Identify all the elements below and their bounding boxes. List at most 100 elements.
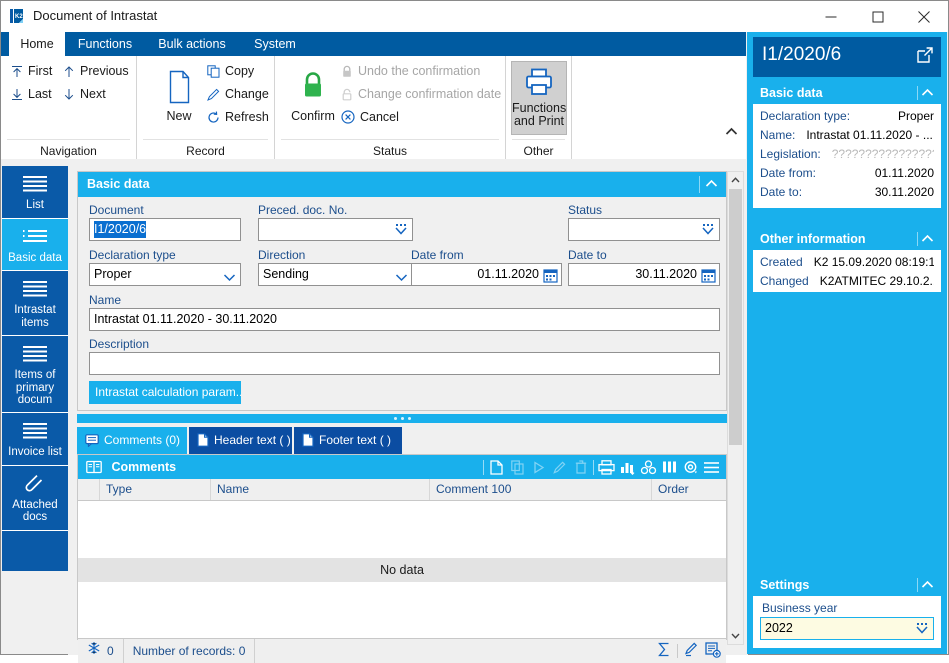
main-pane-scrollbar[interactable] [727,171,744,645]
ribbon-previous-button[interactable]: Previous [63,64,129,81]
description-input[interactable] [89,352,720,375]
document-input[interactable]: I1/2020/6 [89,218,241,241]
intrastat-calculation-param-button[interactable]: Intrastat calculation param... [89,381,241,404]
column-header-order[interactable]: Order [652,479,726,500]
columns-icon[interactable] [659,455,680,479]
column-header-name[interactable]: Name [211,479,430,500]
sum-sigma-icon[interactable] [657,642,671,660]
ribbon-copy-button[interactable]: Copy [207,64,254,81]
ribbon-last-label: Last [28,87,52,101]
ribbon-first-button[interactable]: First [11,64,52,81]
sidebar-item-list[interactable]: List [2,166,68,219]
sidebar-item-basic-data[interactable]: Basic data [2,218,68,271]
ribbon-confirm-button[interactable]: Confirm [285,70,341,123]
lookup-dots-icon[interactable] [700,222,716,240]
chevron-up-icon[interactable] [921,228,934,250]
ribbon-tab-bulk-actions[interactable]: Bulk actions [145,32,239,56]
ribbon-change-confirmation-date-button[interactable]: Change confirmation date [341,87,501,104]
edit-pencil-icon[interactable] [549,455,570,479]
date-to-input[interactable]: 30.11.2020 [568,263,720,286]
panel-splitter[interactable] [77,414,727,423]
ribbon-undo-confirmation-button[interactable]: Undo the confirmation [341,64,480,81]
lookup-dots-icon[interactable] [393,222,409,240]
column-header-comment-100[interactable]: Comment 100 [430,479,652,500]
refresh-icon [207,111,220,127]
hamburger-menu-icon[interactable] [701,455,722,479]
ribbon-functions-and-print-button[interactable]: Functions and Print [511,61,567,135]
ribbon-refresh-button[interactable]: Refresh [207,110,269,127]
calendar-icon[interactable] [701,268,716,285]
lookup-dots-icon[interactable] [914,621,930,643]
bar-chart-icon[interactable] [617,455,638,479]
ribbon-new-button[interactable]: New [151,70,207,123]
group-divider [7,139,130,140]
sidebar-item-items-of-primary-document[interactable]: Items of primary docum [2,336,68,413]
info-key: Created [760,255,803,269]
preceding-doc-input[interactable] [258,218,413,241]
direction-select[interactable]: Sending [258,263,413,286]
ribbon-next-button[interactable]: Next [63,87,106,104]
freeze-status[interactable]: 0 [78,639,124,663]
maximize-icon[interactable] [855,1,901,32]
delete-trash-icon[interactable] [570,455,591,479]
chevron-up-icon[interactable] [728,172,743,188]
book-icon [86,458,102,482]
open-external-icon[interactable] [917,47,933,66]
calendar-icon[interactable] [543,268,558,285]
list-lines-icon [2,173,68,195]
arrow-down-to-line-icon [11,88,23,104]
copy-record-icon[interactable] [507,455,528,479]
add-record-icon[interactable] [705,641,721,661]
ribbon-tab-functions[interactable]: Functions [65,32,145,56]
info-key: Date from: [760,166,817,180]
group-divider [143,139,268,140]
ribbon-change-button[interactable]: Change [207,87,269,104]
settings-gear-icon[interactable] [680,455,701,479]
ribbon-tab-system[interactable]: System [239,32,311,56]
column-header-type[interactable]: Type [100,479,211,500]
sidebar-item-attached-docs[interactable]: Attached docs [2,465,68,531]
ribbon-last-button[interactable]: Last [11,87,52,104]
ribbon-group-record-label: Record [186,144,225,158]
right-panel-basic-data-section: Basic data Declaration type: Proper Name… [753,82,941,208]
chevron-down-icon[interactable] [728,628,743,644]
tab-header-text[interactable]: Header text ( ) [189,427,294,454]
sidebar-item-invoice-list[interactable]: Invoice list [2,413,68,466]
ribbon-confirm-label: Confirm [291,109,335,123]
chevron-up-icon[interactable] [705,172,718,197]
date-from-input[interactable]: 01.11.2020 [411,263,562,286]
document-input-value: I1/2020/6 [94,221,147,238]
chevron-up-icon[interactable] [921,82,934,104]
ribbon-group-record: New Copy Change Refresh Record [137,56,275,159]
status-input[interactable] [568,218,720,241]
pivot-icon[interactable] [638,455,659,479]
right-panel-basic-data-body: Declaration type: Proper Name: Intrastat… [753,104,941,208]
print-icon[interactable] [596,455,617,479]
close-icon[interactable] [901,1,947,32]
play-icon[interactable] [528,455,549,479]
tab-footer-text[interactable]: Footer text ( ) [294,427,404,454]
application-window: K2 Document of Intrastat Home Functions … [0,0,949,663]
toolbar-divider [593,459,594,475]
edit-pencil-icon[interactable] [684,642,699,660]
chevron-down-icon[interactable] [394,269,409,285]
sidebar-item-intrastat-items[interactable]: Intrastat items [2,271,68,336]
new-record-icon[interactable] [486,455,507,479]
chevron-up-icon[interactable] [921,574,934,596]
chevron-down-icon[interactable] [222,269,237,285]
name-input[interactable]: Intrastat 01.11.2020 - 30.11.2020 [89,308,720,331]
paperclip-icon [2,473,68,495]
ribbon-collapse-icon[interactable] [725,125,738,139]
comments-grid-rows-top [78,501,726,558]
ribbon-cancel-button[interactable]: Cancel [341,110,399,127]
minimize-icon[interactable] [808,1,854,32]
ribbon-tab-home[interactable]: Home [9,32,65,56]
info-key: Name: [760,128,796,142]
freeze-count: 0 [107,644,114,658]
declaration-type-select[interactable]: Proper [89,263,241,286]
business-year-input[interactable]: 2022 [760,617,934,640]
sidebar-filler [2,530,68,571]
column-header-select[interactable] [78,479,100,500]
tab-comments[interactable]: Comments (0) [77,427,189,454]
scrollbar-thumb[interactable] [729,189,742,445]
